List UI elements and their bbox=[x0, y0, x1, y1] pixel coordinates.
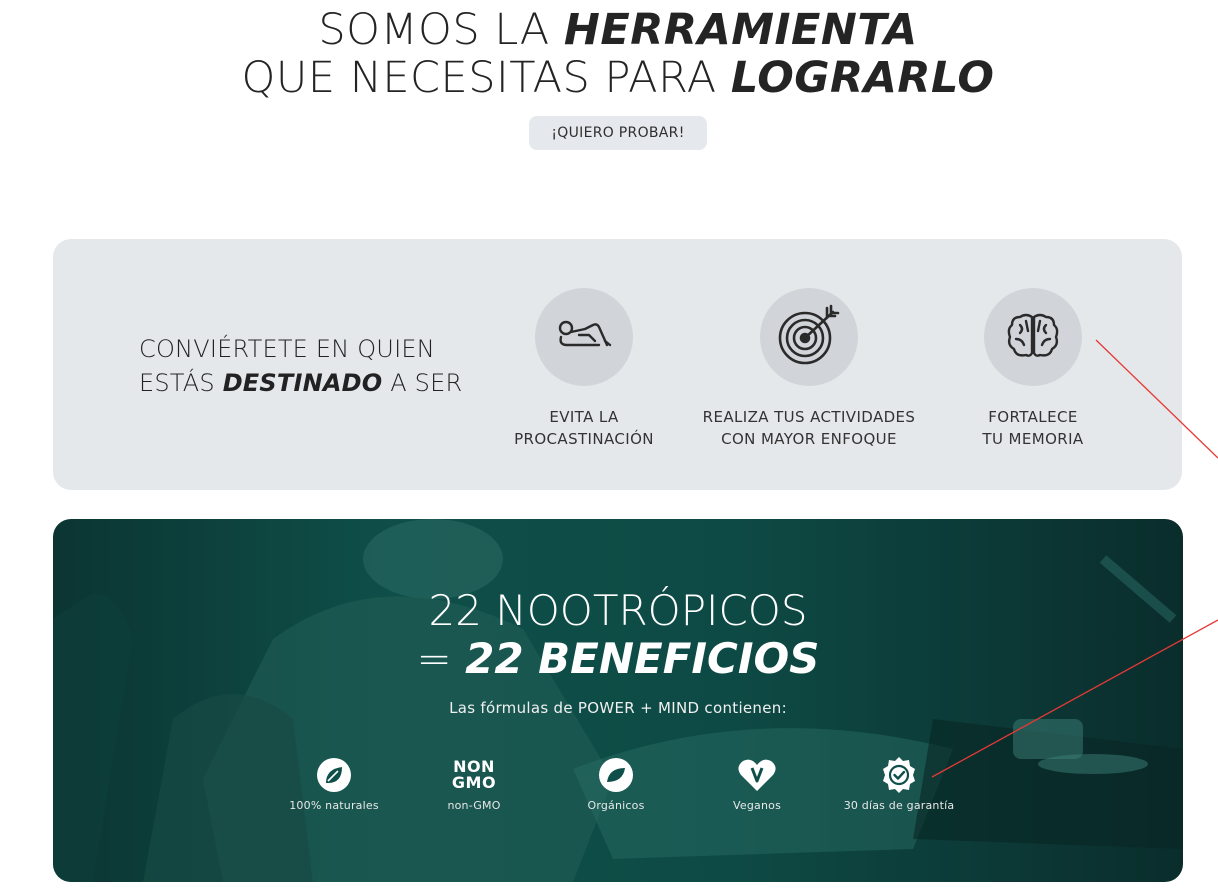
try-now-button[interactable]: ¡QUIERO PROBAR! bbox=[529, 116, 707, 150]
badge-label: Orgánicos bbox=[587, 799, 645, 812]
feature-icon-circle bbox=[984, 288, 1082, 386]
hero-title: SOMOS LA HERRAMIENTA QUE NECESITAS PARA … bbox=[0, 6, 1218, 102]
features-heading-line2: ESTÁS DESTINADO A SER bbox=[139, 366, 462, 400]
leaf-icon bbox=[314, 755, 354, 795]
non-gmo-icon: NON GMO bbox=[451, 755, 497, 795]
features-heading-bold: DESTINADO bbox=[222, 369, 383, 397]
hero-line2-regular: QUE NECESITAS PARA bbox=[241, 53, 731, 103]
feature-label: EVITA LA PROCASTINACIÓN bbox=[514, 408, 654, 448]
badge-label: 30 días de garantía bbox=[843, 799, 955, 812]
feature-label: FORTALECE TU MEMORIA bbox=[982, 408, 1084, 448]
promo-title-line2: = 22 BENEFICIOS bbox=[53, 635, 1183, 683]
feature-focus: REALIZA TUS ACTIVIDADES CON MAYOR ENFOQU… bbox=[679, 288, 939, 450]
badge-natural: 100% naturales bbox=[269, 755, 399, 812]
guarantee-seal-icon bbox=[879, 755, 919, 795]
features-heading-part-a: ESTÁS bbox=[139, 369, 223, 397]
non-gmo-bottom-text: GMO bbox=[451, 773, 497, 792]
features-card: CONVIÉRTETE EN QUIEN ESTÁS DESTINADO A S… bbox=[53, 239, 1182, 490]
promo-banner: 22 NOOTRÓPICOS = 22 BENEFICIOS Las fórmu… bbox=[53, 519, 1183, 882]
hero-line2-bold: LOGRARLO bbox=[730, 53, 995, 103]
feature-icon-circle bbox=[760, 288, 858, 386]
page: SOMOS LA HERRAMIENTA QUE NECESITAS PARA … bbox=[0, 0, 1218, 895]
hero-title-line2: QUE NECESITAS PARA LOGRARLO bbox=[0, 54, 1218, 102]
badge-non-gmo: NON GMO non-GMO bbox=[409, 755, 539, 813]
badge-vegan: Veganos bbox=[692, 755, 822, 812]
vegan-heart-icon bbox=[737, 755, 777, 795]
brain-icon bbox=[1006, 311, 1060, 363]
promo-title-equals: = bbox=[416, 634, 466, 683]
feature-label: REALIZA TUS ACTIVIDADES CON MAYOR ENFOQU… bbox=[702, 408, 916, 448]
hero-line1-bold: HERRAMIENTA bbox=[563, 5, 918, 55]
features-heading-part-b: A SER bbox=[382, 369, 463, 397]
feature-memory: FORTALECE TU MEMORIA bbox=[903, 288, 1163, 450]
organic-leaf-icon bbox=[596, 755, 636, 795]
feature-procrastination: EVITA LA PROCASTINACIÓN bbox=[454, 288, 714, 450]
target-icon bbox=[775, 304, 843, 370]
promo-title: 22 NOOTRÓPICOS = 22 BENEFICIOS bbox=[53, 587, 1183, 683]
lazy-person-icon bbox=[555, 315, 613, 359]
badge-organic: Orgánicos bbox=[551, 755, 681, 812]
feature-icon-circle bbox=[535, 288, 633, 386]
badge-guarantee: 30 días de garantía bbox=[834, 755, 964, 812]
features-heading: CONVIÉRTETE EN QUIEN ESTÁS DESTINADO A S… bbox=[139, 332, 462, 400]
promo-subtitle: Las fórmulas de POWER + MIND contienen: bbox=[449, 699, 787, 717]
badge-label: non-GMO bbox=[447, 799, 501, 812]
promo-title-bold: 22 BENEFICIOS bbox=[465, 634, 820, 683]
hero-line1-regular: SOMOS LA bbox=[318, 5, 564, 55]
hero-title-line1: SOMOS LA HERRAMIENTA bbox=[0, 6, 1218, 54]
badge-label: 100% naturales bbox=[289, 799, 379, 812]
features-heading-line1: CONVIÉRTETE EN QUIEN bbox=[139, 335, 435, 363]
badge-label: Veganos bbox=[733, 799, 781, 812]
promo-title-line1: 22 NOOTRÓPICOS bbox=[428, 586, 808, 635]
